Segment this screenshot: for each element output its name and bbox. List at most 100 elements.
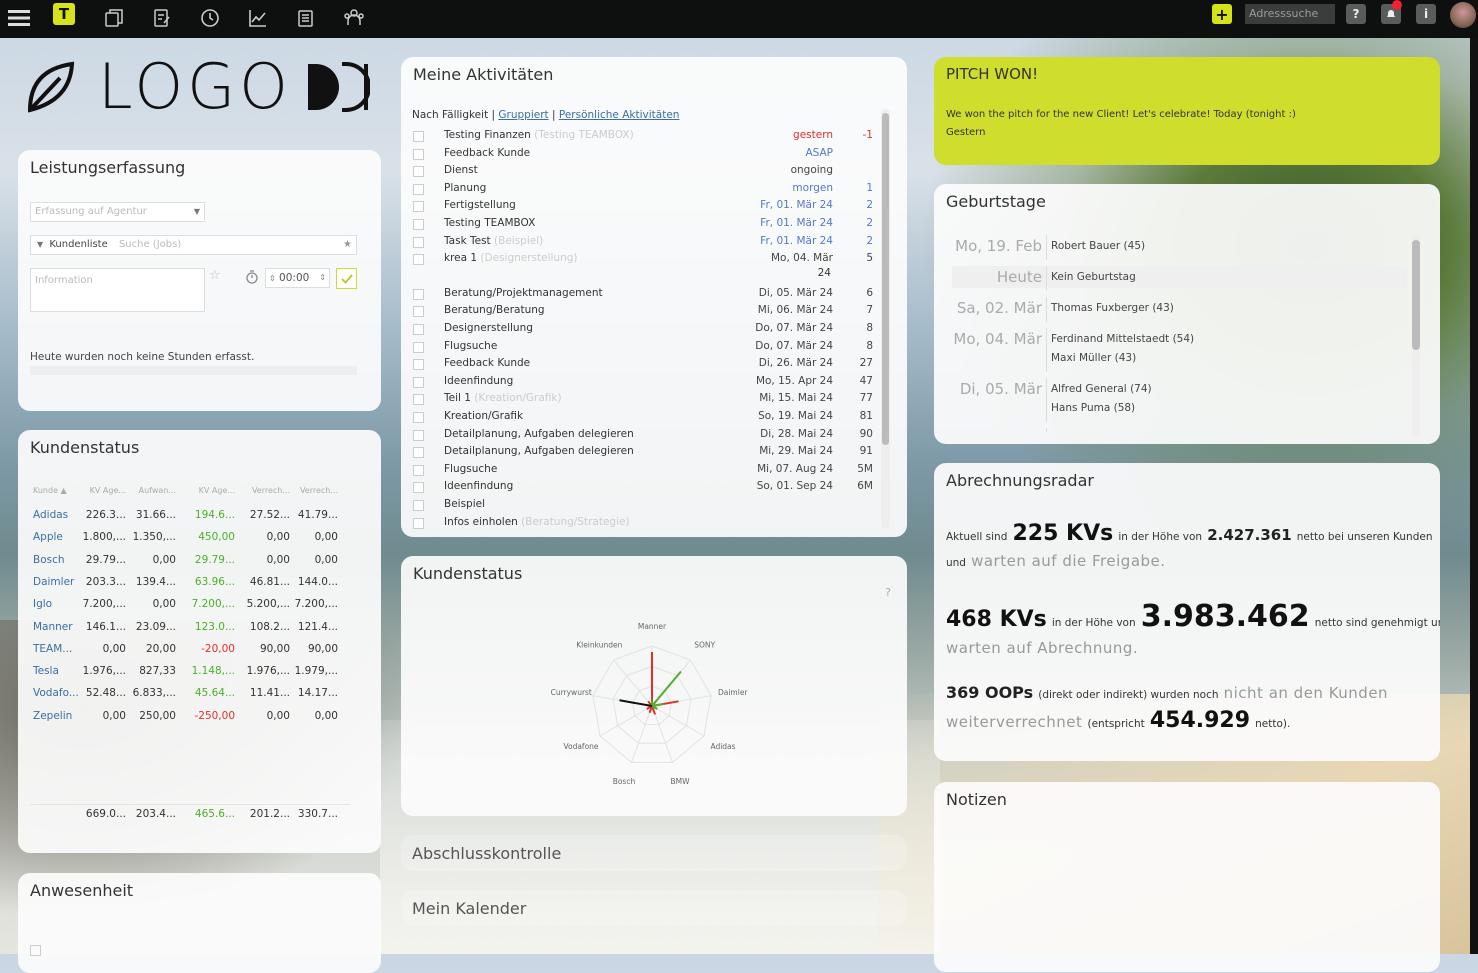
scrollbar-track[interactable] bbox=[1412, 236, 1420, 436]
job-search-input[interactable]: Suche (Jobs) bbox=[119, 239, 181, 250]
birthday-person[interactable]: Hans Puma (58) bbox=[1051, 402, 1135, 414]
activity-row[interactable]: Feedback Kunde ASAP bbox=[401, 147, 881, 165]
panel-title[interactable]: Mein Kalender bbox=[412, 899, 526, 918]
activity-name[interactable]: Detailplanung, Aufgaben delegieren bbox=[444, 445, 634, 457]
birthday-person[interactable]: Thomas Fuxberger (43) bbox=[1051, 302, 1174, 314]
activity-name[interactable]: Kreation/Grafik bbox=[444, 410, 523, 422]
activity-checkbox[interactable] bbox=[413, 324, 424, 335]
kalender-panel[interactable]: Mein Kalender bbox=[401, 890, 907, 926]
activity-row[interactable]: Detailplanung, Aufgaben delegieren Mi, 2… bbox=[401, 445, 881, 463]
tasks-icon[interactable] bbox=[148, 4, 176, 32]
customer-link[interactable]: Zepelin bbox=[33, 710, 72, 722]
activity-name[interactable]: Dienst bbox=[444, 164, 478, 176]
confirm-button[interactable] bbox=[336, 268, 357, 289]
activity-checkbox[interactable] bbox=[413, 201, 424, 213]
menu-icon[interactable] bbox=[5, 4, 33, 32]
activity-row[interactable]: Testing TEAMBOX Fr, 01. Mär 24 2 bbox=[401, 217, 881, 235]
activity-row[interactable]: Beratung/Beratung Mi, 06. Mär 24 7 bbox=[401, 304, 881, 322]
column-header[interactable]: KV Age... bbox=[90, 486, 126, 495]
customer-link[interactable]: Bosch bbox=[33, 554, 65, 566]
scrollbar-thumb[interactable] bbox=[1412, 240, 1420, 350]
statistics-icon[interactable] bbox=[244, 4, 272, 32]
activity-name[interactable]: Beratung/Beratung bbox=[444, 304, 545, 316]
activity-name[interactable]: Task Test (Beispiel) bbox=[444, 235, 543, 247]
kundenliste-search[interactable]: ▼ Kundenliste Suche (Jobs) ★ bbox=[30, 235, 357, 255]
column-header[interactable]: Verrech... bbox=[300, 486, 338, 495]
team-icon[interactable] bbox=[340, 4, 368, 32]
customer-link[interactable]: TEAM... bbox=[33, 643, 72, 655]
activity-row[interactable]: krea 1 (Designerstellung) Mo, 04. Mär 5 bbox=[401, 252, 881, 270]
customer-link[interactable]: Vodafo... bbox=[33, 687, 79, 699]
scrollbar-thumb[interactable] bbox=[882, 113, 889, 445]
customer-link[interactable]: Adidas bbox=[33, 509, 68, 521]
customer-link[interactable]: Manner bbox=[33, 621, 73, 633]
activity-name[interactable]: Detailplanung, Aufgaben delegieren bbox=[444, 428, 634, 440]
notes-icon[interactable] bbox=[292, 4, 320, 32]
column-header[interactable]: KV Age... bbox=[199, 486, 235, 495]
address-search-input[interactable]: Adresssuche bbox=[1245, 4, 1335, 24]
activity-name[interactable]: Fertigstellung bbox=[444, 199, 516, 211]
customer-link[interactable]: Daimler bbox=[33, 576, 74, 588]
activity-name[interactable]: Flugsuche bbox=[444, 463, 497, 475]
agentur-select[interactable]: Erfassung auf Agentur ▼ bbox=[30, 202, 205, 222]
time-value[interactable]: 00:00 bbox=[279, 272, 309, 284]
activity-row[interactable]: Ideenfindung Mo, 15. Apr 24 47 bbox=[401, 375, 881, 393]
activity-row[interactable]: Beratung/Projektmanagement Di, 05. Mär 2… bbox=[401, 287, 881, 305]
timer-icon[interactable] bbox=[245, 269, 259, 288]
customer-link[interactable]: Apple bbox=[33, 531, 63, 543]
activity-checkbox[interactable] bbox=[413, 500, 424, 511]
filter-personal-link[interactable]: Persönliche Aktivitäten bbox=[559, 109, 680, 121]
column-header[interactable]: Verrech... bbox=[252, 486, 290, 495]
birthday-person[interactable]: Robert Bauer (45) bbox=[1051, 240, 1145, 252]
activity-name[interactable]: krea 1 (Designerstellung) bbox=[444, 252, 578, 264]
activity-row[interactable]: Beispiel bbox=[401, 498, 881, 516]
activity-checkbox[interactable] bbox=[413, 219, 424, 230]
activity-checkbox[interactable] bbox=[413, 464, 424, 476]
birthday-person[interactable]: Maxi Müller (43) bbox=[1051, 352, 1136, 364]
activity-row[interactable]: Designerstellung Do, 07. Mär 24 8 bbox=[401, 322, 881, 340]
stepper-arrows-icon[interactable]: ⇕ bbox=[319, 269, 326, 287]
chevron-down-icon[interactable]: ▼ bbox=[37, 240, 43, 249]
filter-grouped-link[interactable]: Gruppiert bbox=[498, 109, 548, 121]
customer-link[interactable]: Tesla bbox=[33, 665, 59, 677]
activity-row[interactable]: Flugsuche Do, 07. Mär 24 8 bbox=[401, 340, 881, 358]
customer-link[interactable]: Iglo bbox=[33, 598, 52, 610]
activity-row[interactable]: Fertigstellung Fr, 01. Mär 24 2 bbox=[401, 199, 881, 217]
scrollbar-track[interactable] bbox=[881, 109, 890, 529]
activity-checkbox[interactable] bbox=[413, 517, 424, 529]
activity-name[interactable]: Infos einholen (Beratung/Strategie) bbox=[444, 516, 630, 528]
activity-checkbox[interactable] bbox=[413, 341, 424, 353]
activity-checkbox[interactable] bbox=[413, 376, 424, 388]
time-stepper[interactable]: ⇕ 00:00 ⇕ bbox=[265, 268, 330, 288]
activity-row[interactable]: Infos einholen (Beratung/Strategie) bbox=[401, 516, 881, 534]
activity-row[interactable]: Testing Finanzen (Testing TEAMBOX) gester… bbox=[401, 129, 881, 147]
teambox-home-button[interactable]: T bbox=[53, 3, 75, 25]
checkbox[interactable] bbox=[30, 945, 41, 956]
activity-checkbox[interactable] bbox=[413, 288, 424, 300]
activity-row[interactable]: Kreation/Grafik So, 19. Mai 24 81 bbox=[401, 410, 881, 428]
activity-checkbox[interactable] bbox=[413, 131, 424, 142]
stepper-arrows-icon[interactable]: ⇕ bbox=[269, 274, 276, 283]
activity-row[interactable]: Teil 1 (Kreation/Grafik) Mi, 15. Mai 24 77 bbox=[401, 392, 881, 410]
kundenliste-label[interactable]: Kundenliste bbox=[49, 239, 107, 250]
favorite-star-icon[interactable]: ☆ bbox=[209, 268, 221, 283]
activity-checkbox[interactable] bbox=[413, 236, 424, 248]
panel-title[interactable]: Abschlusskontrolle bbox=[412, 844, 561, 863]
activity-checkbox[interactable] bbox=[413, 254, 424, 266]
user-avatar[interactable] bbox=[1450, 2, 1476, 28]
activity-name[interactable]: Designerstellung bbox=[444, 322, 533, 334]
activity-checkbox[interactable] bbox=[413, 412, 424, 423]
activity-name[interactable]: Flugsuche bbox=[444, 340, 497, 352]
star-icon[interactable]: ★ bbox=[343, 236, 352, 254]
clock-icon[interactable] bbox=[196, 4, 224, 32]
activity-row[interactable]: Planung morgen 1 bbox=[401, 182, 881, 200]
birthday-person[interactable]: Alfred General (74) bbox=[1051, 383, 1152, 395]
info-button[interactable]: i bbox=[1416, 4, 1436, 24]
activity-checkbox[interactable] bbox=[413, 394, 424, 406]
activity-name[interactable]: Ideenfindung bbox=[444, 375, 513, 387]
activity-row[interactable]: Flugsuche Mi, 07. Aug 24 5M bbox=[401, 463, 881, 481]
activity-checkbox[interactable] bbox=[413, 306, 424, 318]
activity-row[interactable]: Feedback Kunde Di, 26. Mär 24 27 bbox=[401, 357, 881, 375]
birthday-person[interactable]: Ferdinand Mittelstaedt (54) bbox=[1051, 333, 1194, 345]
activity-name[interactable]: Teil 1 (Kreation/Grafik) bbox=[444, 392, 562, 404]
